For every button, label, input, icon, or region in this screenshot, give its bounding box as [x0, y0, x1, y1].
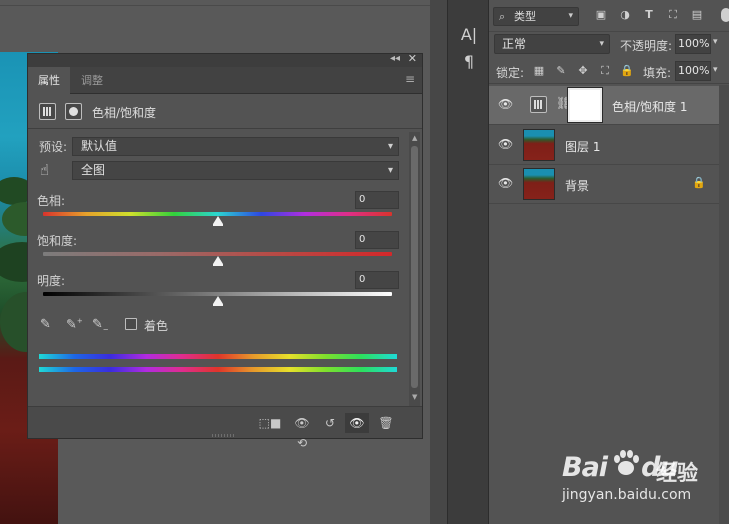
watermark-url: jingyan.baidu.com [562, 487, 692, 503]
opacity-input[interactable]: 100% [675, 34, 711, 54]
toggle-visibility-icon[interactable]: 👁 [345, 413, 369, 433]
chevron-down-icon: ▾ [599, 39, 604, 49]
pane-divider [430, 0, 447, 524]
lightness-label: 明度: [37, 274, 66, 288]
hue-input[interactable]: 0 [355, 191, 399, 209]
collapse-panel-icon[interactable]: ◂◂ [390, 53, 400, 64]
lock-image-pixels-icon[interactable]: ✎ [554, 64, 568, 78]
collapsed-panel-strip: A| ¶ [447, 0, 489, 524]
fill-label: 填充: [643, 66, 672, 80]
layer-mask-thumbnail[interactable] [567, 87, 603, 123]
saturation-input[interactable]: 0 [355, 231, 399, 249]
lock-label: 锁定: [496, 66, 525, 80]
source-color-bar [39, 354, 397, 359]
scroll-down-icon[interactable]: ▼ [412, 393, 417, 401]
fill-input[interactable]: 100% [675, 61, 711, 81]
adjustment-layer-icon [530, 96, 547, 113]
lock-row: 锁定: ▦ ✎ ✥ ⛶ 🔒 填充: 100% ▾ [489, 58, 729, 84]
eyedropper-icon[interactable]: ✎ [40, 317, 51, 332]
preset-dropdown[interactable]: 默认值 ▾ [72, 137, 399, 156]
eyedropper-add-icon[interactable]: ✎+ [66, 317, 83, 332]
jingyan-text: 经验 [656, 461, 698, 485]
reset-icon[interactable]: ↺ [318, 413, 342, 433]
clip-to-layer-icon[interactable]: ⬚■ [258, 413, 282, 433]
saturation-label: 饱和度: [37, 234, 78, 248]
channel-value: 全图 [81, 163, 106, 177]
colorize-label: 着色 [144, 319, 169, 333]
search-icon: ⌕ [499, 10, 506, 23]
eyedropper-subtract-icon[interactable]: ✎− [92, 317, 109, 334]
blend-mode-value: 正常 [502, 37, 527, 51]
lock-artboard-icon[interactable]: ⛶ [598, 64, 612, 78]
opacity-label: 不透明度: [620, 39, 673, 53]
lock-transparent-pixels-icon[interactable]: ▦ [532, 64, 546, 78]
layer-name: 色相/饱和度 1 [612, 100, 688, 114]
colorize-checkbox[interactable] [125, 318, 137, 330]
properties-panel: ◂◂ ✕ 属性 调整 ≡ 色相/饱和度 预设: 默认值 ▾ ☝ 全图 ▾ 色相:… [27, 52, 423, 450]
targeted-adjustment-hand-icon[interactable]: ☝ [40, 161, 49, 179]
panel-footer: ⬚■ 👁⟲ ↺ 👁 🗑 [28, 406, 422, 450]
opacity-chevron-icon[interactable]: ▾ [713, 37, 718, 47]
scrollbar-thumb[interactable] [411, 146, 418, 388]
tab-properties[interactable]: 属性 [28, 67, 70, 94]
filter-kind-dropdown[interactable]: ⌕ 类型 ▾ [493, 7, 579, 26]
chevron-down-icon: ▾ [387, 141, 393, 152]
panel-tabs: 属性 调整 ≡ [28, 67, 422, 94]
lock-position-icon[interactable]: ✥ [576, 64, 590, 78]
preset-label: 预设: [39, 140, 68, 154]
character-icon[interactable]: A| [448, 25, 490, 44]
adjustment-header: 色相/饱和度 [28, 95, 422, 129]
canvas-top-border [0, 0, 430, 6]
lock-icon: 🔒 [692, 176, 706, 189]
chevron-down-icon: ▾ [568, 11, 573, 21]
layer-thumbnail [523, 129, 555, 161]
layer-row-hue-saturation[interactable]: 👁 ⛓ 色相/饱和度 1 [489, 86, 719, 125]
chevron-down-icon: ▾ [387, 165, 393, 176]
layer-filter-bar: ⌕ 类型 ▾ ▣ ◑ T ⛶ ▤ [489, 0, 729, 32]
tab-adjustments[interactable]: 调整 [71, 67, 113, 94]
hue-slider-thumb[interactable] [212, 216, 223, 226]
lock-all-icon[interactable]: 🔒 [620, 64, 634, 78]
hue-label: 色相: [37, 194, 66, 208]
blend-mode-dropdown[interactable]: 正常 ▾ [494, 34, 610, 54]
filter-shape-icon[interactable]: ⛶ [666, 8, 680, 22]
eye-icon[interactable]: 👁 [498, 97, 513, 111]
filter-type-icon[interactable]: T [642, 8, 656, 22]
layer-name: 图层 1 [565, 140, 601, 154]
filter-pixel-icon[interactable]: ▣ [594, 8, 608, 22]
adjustment-title: 色相/饱和度 [92, 106, 157, 120]
lightness-input[interactable]: 0 [355, 271, 399, 289]
layer-row-layer-1[interactable]: 👁 图层 1 [489, 126, 719, 165]
baidu-jingyan-watermark: Bai du 经验 jingyan.baidu.com [562, 446, 722, 516]
result-color-bar [39, 367, 397, 372]
filter-kind-value: 类型 [514, 10, 536, 23]
view-previous-state-icon[interactable]: 👁⟲ [290, 413, 314, 450]
close-icon[interactable]: ✕ [408, 52, 417, 65]
filter-toggle[interactable] [721, 8, 729, 22]
channel-dropdown[interactable]: 全图 ▾ [72, 161, 399, 180]
layer-row-background[interactable]: 👁 背景 🔒 [489, 165, 719, 204]
layer-thumbnail [523, 168, 555, 200]
paragraph-icon[interactable]: ¶ [448, 52, 490, 71]
saturation-slider-thumb[interactable] [212, 256, 223, 266]
scroll-up-icon[interactable]: ▲ [412, 134, 417, 142]
adjustment-settings-icon[interactable] [39, 103, 56, 120]
resize-grip[interactable] [212, 434, 236, 437]
fill-chevron-icon[interactable]: ▾ [713, 65, 718, 75]
paw-icon [614, 450, 639, 475]
filter-adjustment-icon[interactable]: ◑ [618, 8, 632, 22]
lightness-slider-thumb[interactable] [212, 296, 223, 306]
layer-mask-icon[interactable] [65, 103, 82, 120]
panel-title-bar[interactable]: ◂◂ ✕ [28, 52, 422, 67]
blend-row: 正常 ▾ 不透明度: 100% ▾ [489, 32, 729, 58]
layer-name: 背景 [565, 179, 590, 193]
delete-icon[interactable]: 🗑 [374, 413, 398, 433]
panel-menu-icon[interactable]: ≡ [405, 72, 415, 86]
filter-smart-object-icon[interactable]: ▤ [690, 8, 704, 22]
eye-icon[interactable]: 👁 [498, 176, 513, 190]
preset-value: 默认值 [81, 139, 118, 153]
eye-icon[interactable]: 👁 [498, 137, 513, 151]
